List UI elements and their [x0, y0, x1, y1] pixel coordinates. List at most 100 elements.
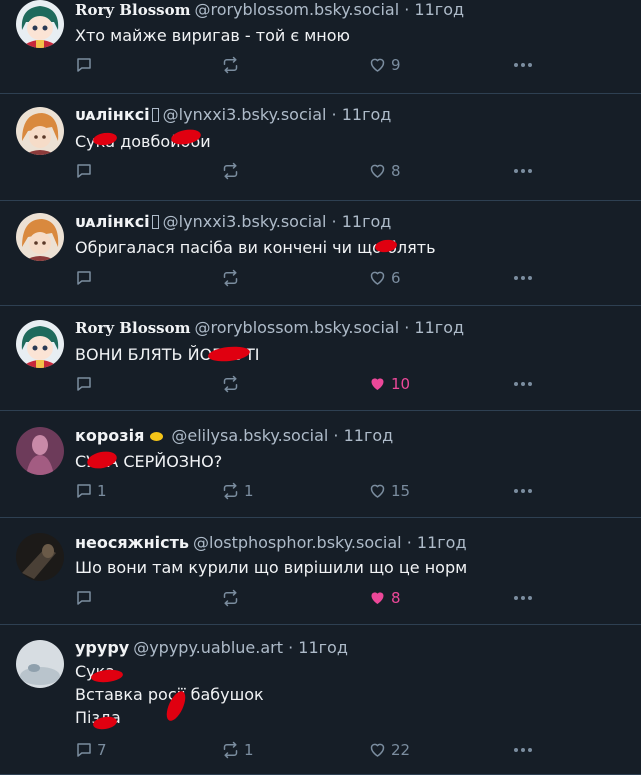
post-time[interactable]: 11год [414, 0, 464, 19]
like-button[interactable]: 15 [368, 479, 410, 503]
reply-icon [75, 589, 93, 607]
avatar[interactable] [16, 107, 64, 155]
reply-count: 7 [97, 741, 107, 759]
post-item[interactable]: Rory Blossom @roryblossom.bsky.social · 1… [0, 307, 641, 411]
separator-dot: · [406, 533, 412, 552]
author-name[interactable]: ᴜᴀлінксі [75, 212, 150, 231]
repost-button[interactable]: 1 [221, 479, 254, 503]
avatar[interactable] [16, 0, 64, 48]
flag-icon [151, 108, 159, 122]
repost-button[interactable] [221, 159, 244, 183]
author-handle[interactable]: @lostphosphor.bsky.social [193, 533, 402, 552]
like-button[interactable]: 9 [368, 53, 401, 77]
separator-dot: · [331, 212, 337, 231]
like-button[interactable]: 8 [368, 159, 401, 183]
reply-button[interactable] [75, 266, 97, 290]
reply-count: 1 [97, 482, 107, 500]
repost-count: 1 [244, 482, 254, 500]
post-item[interactable]: корозія @elilysa.bsky.social · 11год СУКА… [0, 412, 641, 518]
repost-button[interactable] [221, 586, 244, 610]
heart-icon [368, 162, 387, 180]
heart-icon [368, 269, 387, 287]
repost-icon [221, 589, 240, 607]
avatar[interactable] [16, 533, 64, 581]
author-name[interactable]: Rory Blossom [75, 319, 190, 337]
author-handle[interactable]: @roryblossom.bsky.social [194, 0, 399, 19]
post-time[interactable]: 11год [417, 533, 467, 552]
repost-icon [221, 375, 240, 393]
post-time[interactable]: 11год [414, 318, 464, 337]
reply-button[interactable]: 7 [75, 738, 107, 762]
heart-icon [368, 589, 387, 607]
post-header: уруру @ypypy.uablue.art · 11год [75, 638, 631, 658]
avatar[interactable] [16, 640, 64, 688]
reply-button[interactable] [75, 159, 97, 183]
post-text: СУКА СЕРЙОЗНО? [75, 452, 223, 471]
post-header: ᴜᴀлінксі @lynxxi3.bsky.social · 11год [75, 105, 631, 125]
more-dots-icon [513, 595, 533, 601]
avatar[interactable] [16, 320, 64, 368]
post-item[interactable]: ᴜᴀлінксі @lynxxi3.bsky.social · 11год Сук… [0, 95, 641, 201]
avatar[interactable] [16, 427, 64, 475]
repost-button[interactable]: 1 [221, 738, 254, 762]
more-dots-icon [513, 747, 533, 753]
repost-icon [221, 162, 240, 180]
like-button[interactable]: 6 [368, 266, 401, 290]
post-time[interactable]: 11год [298, 638, 348, 657]
yellow-emoji-icon [150, 431, 164, 441]
post-item[interactable]: неосяжність @lostphosphor.bsky.social · 1… [0, 519, 641, 625]
post-time[interactable]: 11год [342, 212, 392, 231]
author-handle[interactable]: @roryblossom.bsky.social [194, 318, 399, 337]
post-text: ВОНИ БЛЯТЬ ЙОБНУТІ [75, 345, 260, 364]
more-options-button[interactable] [513, 738, 533, 762]
post-time[interactable]: 11год [342, 105, 392, 124]
like-count: 10 [391, 375, 411, 393]
post-actions: 9 [75, 53, 625, 77]
post-actions: 6 [75, 266, 625, 290]
more-options-button[interactable] [513, 372, 533, 396]
more-options-button[interactable] [513, 159, 533, 183]
author-name[interactable]: корозія [75, 426, 144, 445]
reply-button[interactable] [75, 586, 97, 610]
separator-dot: · [331, 105, 337, 124]
like-button[interactable]: 10 [368, 372, 410, 396]
more-options-button[interactable] [513, 586, 533, 610]
more-options-button[interactable] [513, 266, 533, 290]
more-dots-icon [513, 62, 533, 68]
reply-button[interactable]: 1 [75, 479, 107, 503]
author-handle[interactable]: @lynxxi3.bsky.social [163, 212, 327, 231]
author-name[interactable]: неосяжність [75, 533, 189, 552]
like-button[interactable]: 8 [368, 586, 401, 610]
more-dots-icon [513, 381, 533, 387]
reply-button[interactable] [75, 372, 97, 396]
post-header: корозія @elilysa.bsky.social · 11год [75, 426, 631, 446]
author-name[interactable]: уруру [75, 638, 129, 657]
author-name[interactable]: Rory Blossom [75, 1, 190, 19]
post-time[interactable]: 11год [344, 426, 394, 445]
reply-button[interactable] [75, 53, 97, 77]
post-text: Обригалася пасіба ви кончені чи що блять [75, 238, 436, 257]
like-count: 9 [391, 56, 401, 74]
more-options-button[interactable] [513, 53, 533, 77]
like-button[interactable]: 22 [368, 738, 410, 762]
repost-icon [221, 482, 240, 500]
like-count: 8 [391, 162, 401, 180]
more-options-button[interactable] [513, 479, 533, 503]
reply-icon [75, 269, 93, 287]
like-count: 15 [391, 482, 411, 500]
repost-button[interactable] [221, 372, 244, 396]
repost-count: 1 [244, 741, 254, 759]
post-item[interactable]: ᴜᴀлінксі @lynxxi3.bsky.social · 11год Обр… [0, 202, 641, 306]
author-name[interactable]: ᴜᴀлінксі [75, 105, 150, 124]
post-actions: 7 1 22 [75, 738, 625, 762]
repost-icon [221, 741, 240, 759]
author-handle[interactable]: @elilysa.bsky.social [171, 426, 328, 445]
post-item[interactable]: уруру @ypypy.uablue.art · 11год Сука Вста… [0, 626, 641, 775]
avatar[interactable] [16, 213, 64, 261]
author-handle[interactable]: @lynxxi3.bsky.social [163, 105, 327, 124]
post-item[interactable]: Rory Blossom @roryblossom.bsky.social · 1… [0, 0, 641, 94]
reply-icon [75, 741, 93, 759]
author-handle[interactable]: @ypypy.uablue.art [133, 638, 283, 657]
repost-button[interactable] [221, 53, 244, 77]
repost-button[interactable] [221, 266, 244, 290]
